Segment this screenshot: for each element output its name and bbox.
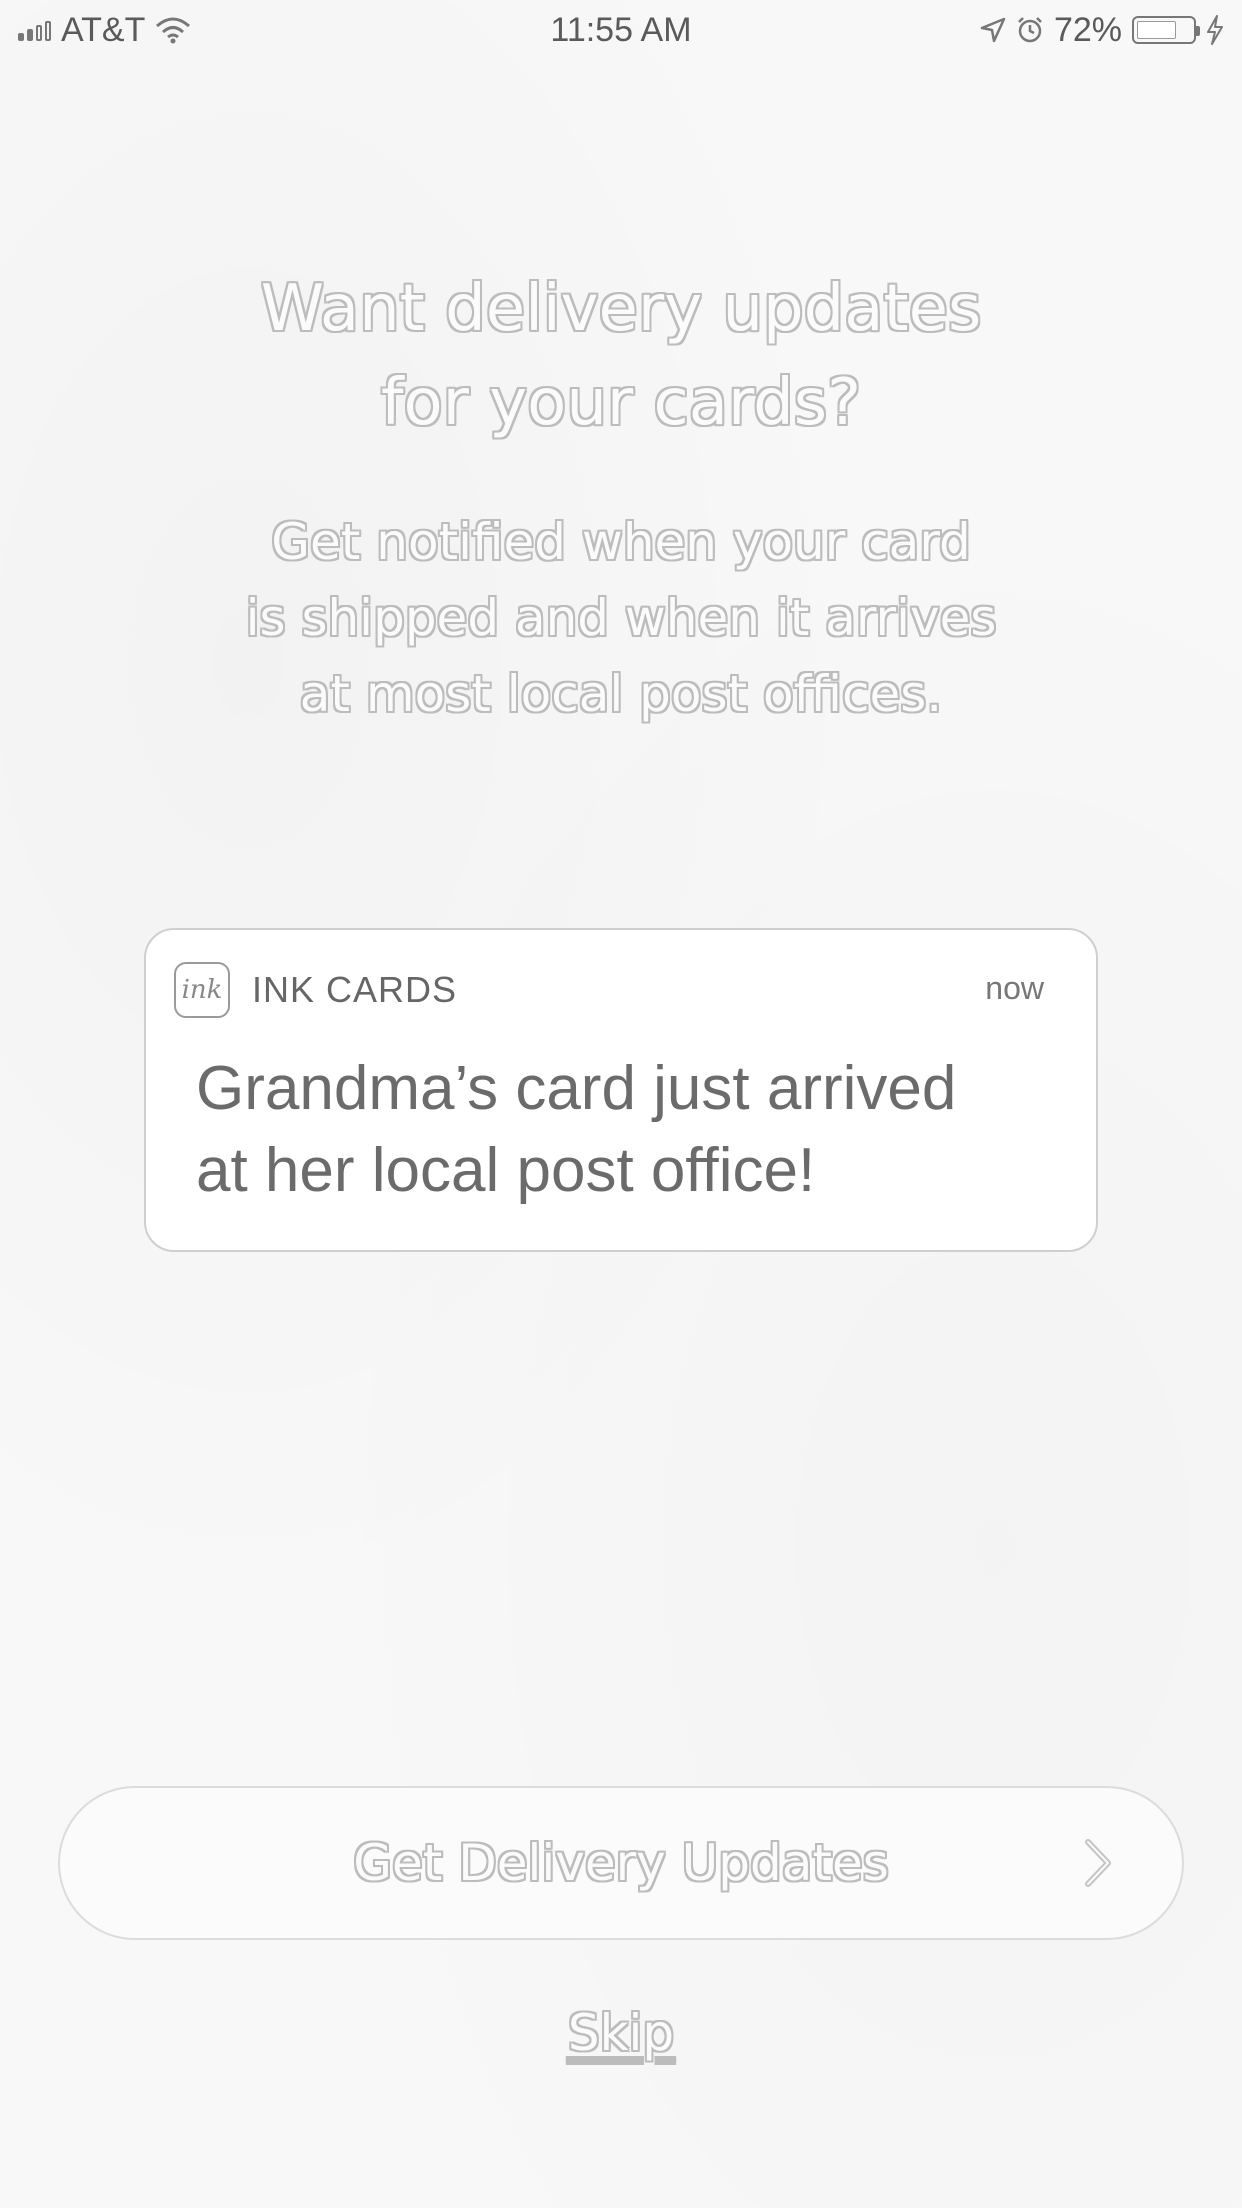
notification-message: Grandma’s card just arrived at her local… <box>196 1054 957 1205</box>
notification-app-name: INK CARDS <box>252 969 458 1010</box>
onboarding-headline: Want delivery updates for your cards? <box>260 272 982 440</box>
get-delivery-updates-label: Get Delivery Updates <box>353 1834 889 1892</box>
carrier-label: AT&T <box>61 10 146 49</box>
alarm-clock-icon <box>1018 17 1042 43</box>
skip-label: Skip <box>567 2004 675 2062</box>
cellular-signal-icon <box>18 19 51 41</box>
skip-link[interactable]: Skip <box>0 2004 1242 2062</box>
status-bar: AT&T 11:55 AM 72% <box>0 0 1242 60</box>
status-left: AT&T <box>18 11 191 50</box>
notification-app-header: ink INK CARDS <box>174 962 457 1018</box>
get-delivery-updates-button[interactable]: Get Delivery Updates <box>58 1786 1184 1940</box>
ink-app-icon: ink <box>174 962 230 1018</box>
notification-time: now <box>985 970 1044 1006</box>
status-right: 72% <box>980 11 1224 50</box>
onboarding-description: Get notified when your card is shipped a… <box>245 513 997 723</box>
status-time: 11:55 AM <box>550 10 692 49</box>
chevron-right-icon <box>1085 1839 1111 1887</box>
location-arrow-icon <box>980 17 1006 43</box>
charging-bolt-icon <box>1207 15 1223 45</box>
wifi-icon <box>156 17 191 44</box>
notification-preview-card: ink INK CARDS now Grandma’s card just ar… <box>144 928 1098 1252</box>
battery-icon <box>1132 16 1200 44</box>
battery-percent: 72% <box>1053 10 1122 49</box>
